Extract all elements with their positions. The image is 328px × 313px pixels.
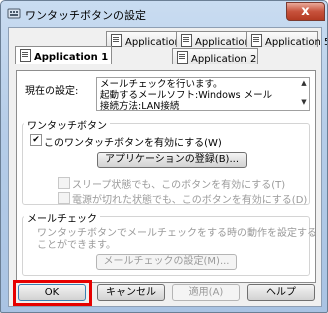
enable-checkbox[interactable]: ✔ — [30, 134, 42, 146]
title-bar[interactable]: ワンタッチボタンの設定 x — [1, 1, 327, 27]
document-icon — [20, 49, 31, 62]
poweroff-checkbox[interactable] — [58, 192, 70, 204]
onetouch-legend: ワンタッチボタン — [24, 117, 110, 132]
window-title: ワンタッチボタンの設定 — [25, 9, 146, 22]
scrollbar[interactable]: ▲ ▼ — [300, 79, 308, 109]
help-button[interactable]: ヘルプ — [247, 284, 315, 301]
tab-panel: 現在の設定: メールチェックを行います。 起動するメールソフト:Windows … — [16, 70, 317, 283]
current-settings-line: 起動するメールソフト:Windows メール — [100, 90, 273, 101]
apply-button[interactable]: 適用(A) — [172, 284, 240, 301]
current-settings-line: 接続方法:LAN接続 — [100, 101, 180, 112]
keyboard-icon — [7, 8, 21, 19]
poweroff-label: 電源が切れた状態でも、このボタンを有効にする(D) — [72, 195, 308, 206]
checkmark-icon: ✔ — [32, 135, 40, 145]
dialog-window: ワンタッチボタンの設定 x Application 3 Application … — [0, 0, 328, 313]
current-settings-label: 現在の設定: — [25, 86, 79, 97]
mailcheck-settings-button[interactable]: メールチェックの設定(M)... — [96, 254, 237, 270]
close-button[interactable]: x — [286, 2, 325, 21]
current-settings-line: メールチェックを行います。 — [100, 79, 223, 90]
scroll-up-icon[interactable]: ▲ — [300, 79, 308, 88]
sleep-checkbox[interactable] — [58, 177, 70, 189]
document-icon — [181, 34, 192, 47]
tab-application-4[interactable]: Application 4 — [176, 31, 260, 48]
mailcheck-legend: メールチェック — [24, 210, 100, 225]
register-application-button[interactable]: アプリケーションの登録(B)... — [97, 152, 247, 168]
current-settings-box[interactable]: メールチェックを行います。 起動するメールソフト:Windows メール 接続方… — [96, 77, 310, 112]
dialog-client: Application 3 Application 4 Application … — [8, 27, 327, 307]
cancel-button[interactable]: キャンセル — [97, 284, 165, 301]
tab-application-3[interactable]: Application 3 — [106, 31, 190, 48]
scroll-down-icon[interactable]: ▼ — [300, 98, 308, 107]
close-icon: x — [301, 4, 310, 19]
ok-highlight-box — [13, 280, 92, 306]
document-icon — [251, 34, 262, 47]
mailcheck-description: ことができます。 — [37, 240, 116, 251]
tab-application-1[interactable]: Application 1 — [15, 46, 112, 64]
document-icon — [111, 34, 122, 47]
tab-application-5[interactable]: Application 5 — [246, 31, 327, 48]
document-icon — [177, 51, 188, 64]
enable-label[interactable]: このワンタッチボタンを有効にする(W) — [44, 134, 222, 149]
sleep-label: スリープ状態でも、このボタンを有効にする(T) — [72, 180, 286, 191]
tab-application-2[interactable]: Application 2 — [172, 48, 258, 65]
